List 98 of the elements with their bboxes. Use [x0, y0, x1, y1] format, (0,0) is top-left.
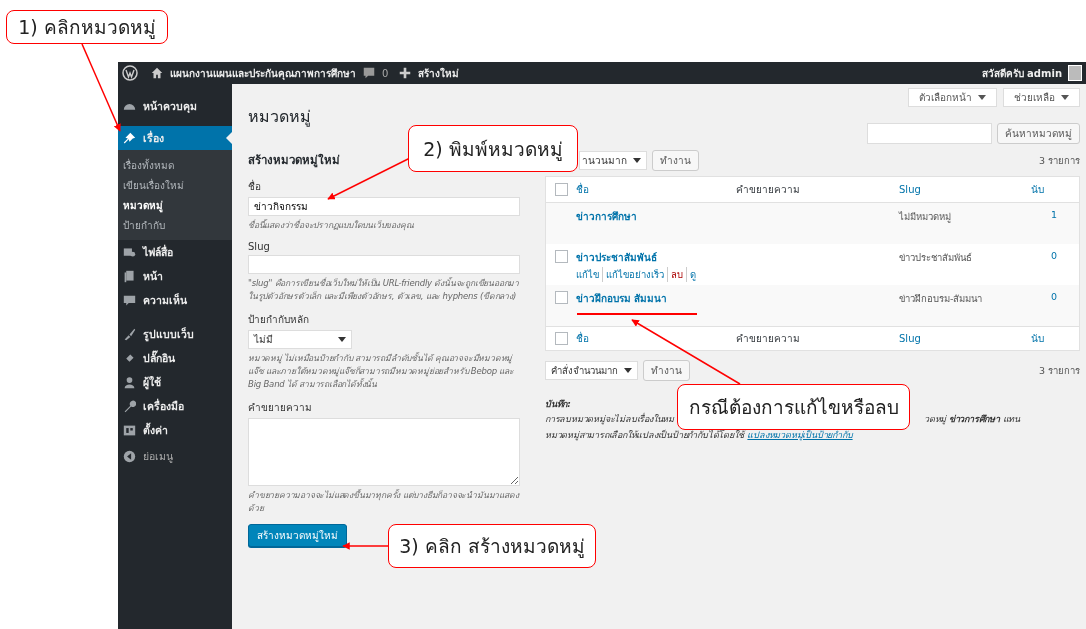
- screen-meta-tab[interactable]: ช่วยเหลือ: [1003, 88, 1080, 107]
- bulk-action-dropdown[interactable]: คำสั่งจำนวนมาก: [545, 361, 638, 380]
- field-label: ชื่อ: [248, 179, 262, 194]
- comment-count[interactable]: 0: [382, 67, 389, 79]
- field-label: คำขยายความ: [248, 401, 313, 415]
- post-count-link[interactable]: 1: [1051, 209, 1058, 220]
- page-icon: [123, 269, 136, 283]
- page-title: หมวดหมู่: [248, 107, 312, 127]
- form-heading: สร้างหมวดหมู่ใหม่: [248, 152, 340, 169]
- slug-text: ไม่มีหมวดหมู่: [899, 211, 951, 222]
- convert-link[interactable]: แปลงหมวดหมู่เป็นป้ายกำกับ: [747, 427, 853, 443]
- help-text: "slug" คือการเขียนชื่อเว็บใหม่ให้เป็น URL-friendly ดังนั้นจะถูกเขียนออกมาในรูปตัวอักษรตัวเล็ก และมีเพียงตัวอักษร, ตัวเลข, และ hyphens (ขีดกลาง): [248, 277, 520, 303]
- column-header: คำขยายความ: [736, 183, 801, 197]
- row-checkbox[interactable]: [554, 291, 568, 304]
- column-header[interactable]: นับ: [1031, 331, 1079, 346]
- note-text: วดหมู่ ข่าวการศึกษา แทน: [924, 413, 1020, 427]
- caret-icon: [338, 337, 346, 342]
- field-label: Slug: [248, 241, 271, 252]
- home-icon[interactable]: [150, 66, 164, 80]
- caret-icon: [1061, 95, 1069, 100]
- category-name-link[interactable]: ข่าวฝึกอบรม สัมมนา: [576, 291, 736, 306]
- slug-text: ข่าวฝึกอบรม-สัมมนา: [899, 293, 983, 304]
- submenu-item[interactable]: เขียนเรื่องใหม่: [118, 176, 232, 196]
- media-icon: [123, 245, 136, 259]
- avatar-icon[interactable]: [1068, 65, 1082, 81]
- description-text-area[interactable]: [248, 418, 520, 486]
- submenu-item[interactable]: หมวดหมู่: [118, 196, 232, 216]
- search-button[interactable]: ค้นหาหมวดหมู่: [997, 123, 1080, 144]
- post-count-link[interactable]: 0: [1051, 291, 1058, 302]
- new-content-link[interactable]: สร้างใหม่: [418, 65, 460, 81]
- row-action-link[interactable]: ดู: [686, 267, 699, 282]
- callout-label: 3) คลิก สร้างหมวดหมู่: [388, 524, 596, 568]
- field-label: ป้ายกำกับหลัก: [248, 313, 310, 327]
- column-header[interactable]: นับ: [1031, 182, 1079, 197]
- help-text: หมวดหมู่ ไม่เหมือนป้ายกำกับ สามารถมีลำดับชั้นได้ คุณอาจจะมีหมวดหมู่แจ๊ซ และภายใต้หมวดหมู่แจ๊ซก็สามารถมีหมวดหมู่ย่อยสำหรับ Bebop และ Big Band ได้ สามารถเลือกได้ทั้งนั้น: [248, 352, 515, 391]
- column-header[interactable]: ชื่อ: [576, 182, 736, 197]
- category-name-link[interactable]: ข่าวประชาสัมพันธ์: [576, 250, 736, 265]
- comment-icon: [123, 293, 136, 307]
- plus-icon[interactable]: [398, 66, 413, 80]
- greeting-text[interactable]: สวัสดีครับ admin: [981, 65, 1062, 81]
- category-name-link[interactable]: ข่าวการศึกษา: [576, 209, 736, 224]
- caret-icon: [633, 158, 641, 163]
- column-header[interactable]: Slug: [899, 333, 1031, 344]
- site-name-link[interactable]: แผนกงานแผนและประกันคุณภาพการศึกษา: [170, 65, 356, 81]
- submenu-item[interactable]: ป้ายกำกับ: [118, 216, 232, 236]
- column-header[interactable]: Slug: [899, 184, 1031, 195]
- pin-icon: [123, 131, 136, 145]
- arrow-line: [342, 542, 389, 550]
- sidebar-menu-item[interactable]: หน้าควบคุม: [118, 94, 232, 118]
- user-icon: [123, 375, 136, 389]
- help-text: ชื่อนี้แสดงว่าชื่อจะปรากฏแบบใดบนเว็บของคุณ: [248, 219, 415, 232]
- name-input-field[interactable]: ข่าวกิจกรรม: [248, 197, 520, 216]
- apply-button[interactable]: ทำงาน: [643, 360, 690, 381]
- note-text: การลบหมวดหมู่จะไม่ลบเรื่องในหม: [545, 412, 674, 427]
- add-category-button[interactable]: สร้างหมวดหมู่ใหม่: [248, 524, 347, 547]
- sidebar-menu-item[interactable]: เรื่อง: [118, 126, 232, 150]
- column-header[interactable]: ชื่อ: [576, 331, 736, 346]
- sidebar-menu-item[interactable]: ผู้ใช้: [118, 370, 232, 394]
- parent-dropdown[interactable]: ไม่มี: [248, 330, 352, 349]
- sidebar-menu-item[interactable]: รูปแบบเว็บ: [118, 322, 232, 346]
- sidebar-menu-item[interactable]: ไฟล์สื่อ: [118, 240, 232, 264]
- wordpress-logo-icon[interactable]: [122, 65, 138, 81]
- callout-label: 2) พิมพ์หมวดหมู่: [408, 125, 578, 172]
- screen-meta-tab[interactable]: ตัวเลือกหน้า: [908, 88, 997, 107]
- select-all-checkbox[interactable]: [554, 183, 568, 196]
- wrench-icon: [123, 399, 136, 413]
- post-count-link[interactable]: 0: [1051, 250, 1058, 261]
- sidebar-menu-item[interactable]: ความเห็น: [118, 288, 232, 312]
- slug-input-field[interactable]: [248, 255, 520, 274]
- collapse-icon: [123, 449, 136, 463]
- comment-icon[interactable]: [362, 66, 376, 80]
- item-count: 3 รายการ: [1038, 154, 1080, 168]
- callout-label: 1) คลิกหมวดหมู่: [6, 10, 168, 44]
- note-title: บันทึก:: [545, 398, 571, 411]
- select-all-checkbox[interactable]: [554, 332, 568, 345]
- submenu-item[interactable]: เรื่องทั้งหมด: [118, 156, 232, 176]
- brush-icon: [123, 327, 136, 341]
- callout-label: กรณีต้องการแก้ไขหรือลบ: [677, 384, 910, 430]
- help-text: คำขยายความอาจจะไม่แสดงขึ้นมาทุกครั้ง แต่บางธีมก็อาจจะนำมันมาแสดงด้วย: [248, 489, 520, 515]
- apply-button[interactable]: ทำงาน: [652, 150, 699, 171]
- search-input-field[interactable]: [867, 123, 992, 144]
- settings-icon: [123, 423, 136, 437]
- collapse-menu-button[interactable]: ย่อเมนู: [118, 444, 232, 468]
- bulk-action-dropdown[interactable]: านวนมาก: [579, 151, 647, 170]
- sidebar-menu-item[interactable]: ปลั๊กอิน: [118, 346, 232, 370]
- slug-text: ข่าวประชาสัมพันธ์: [899, 252, 972, 263]
- caret-icon: [624, 368, 632, 373]
- sidebar-menu-item[interactable]: ตั้งค่า: [118, 418, 232, 442]
- row-action-link[interactable]: ลบ: [667, 267, 686, 282]
- sidebar-menu-item[interactable]: เครื่องมือ: [118, 394, 232, 418]
- row-checkbox[interactable]: [554, 250, 568, 263]
- row-action-link[interactable]: แก้ไข: [576, 267, 602, 282]
- caret-icon: [978, 95, 986, 100]
- note-text: หมวดหมู่สามารถเลือกให้แปลงเป็นป้ายกำกับได้โดยใช้: [545, 428, 744, 443]
- item-count: 3 รายการ: [1038, 364, 1080, 378]
- column-header: คำขยายความ: [736, 332, 801, 346]
- row-action-link[interactable]: แก้ไขอย่างเร็ว: [602, 267, 667, 282]
- sidebar-menu-item[interactable]: หน้า: [118, 264, 232, 288]
